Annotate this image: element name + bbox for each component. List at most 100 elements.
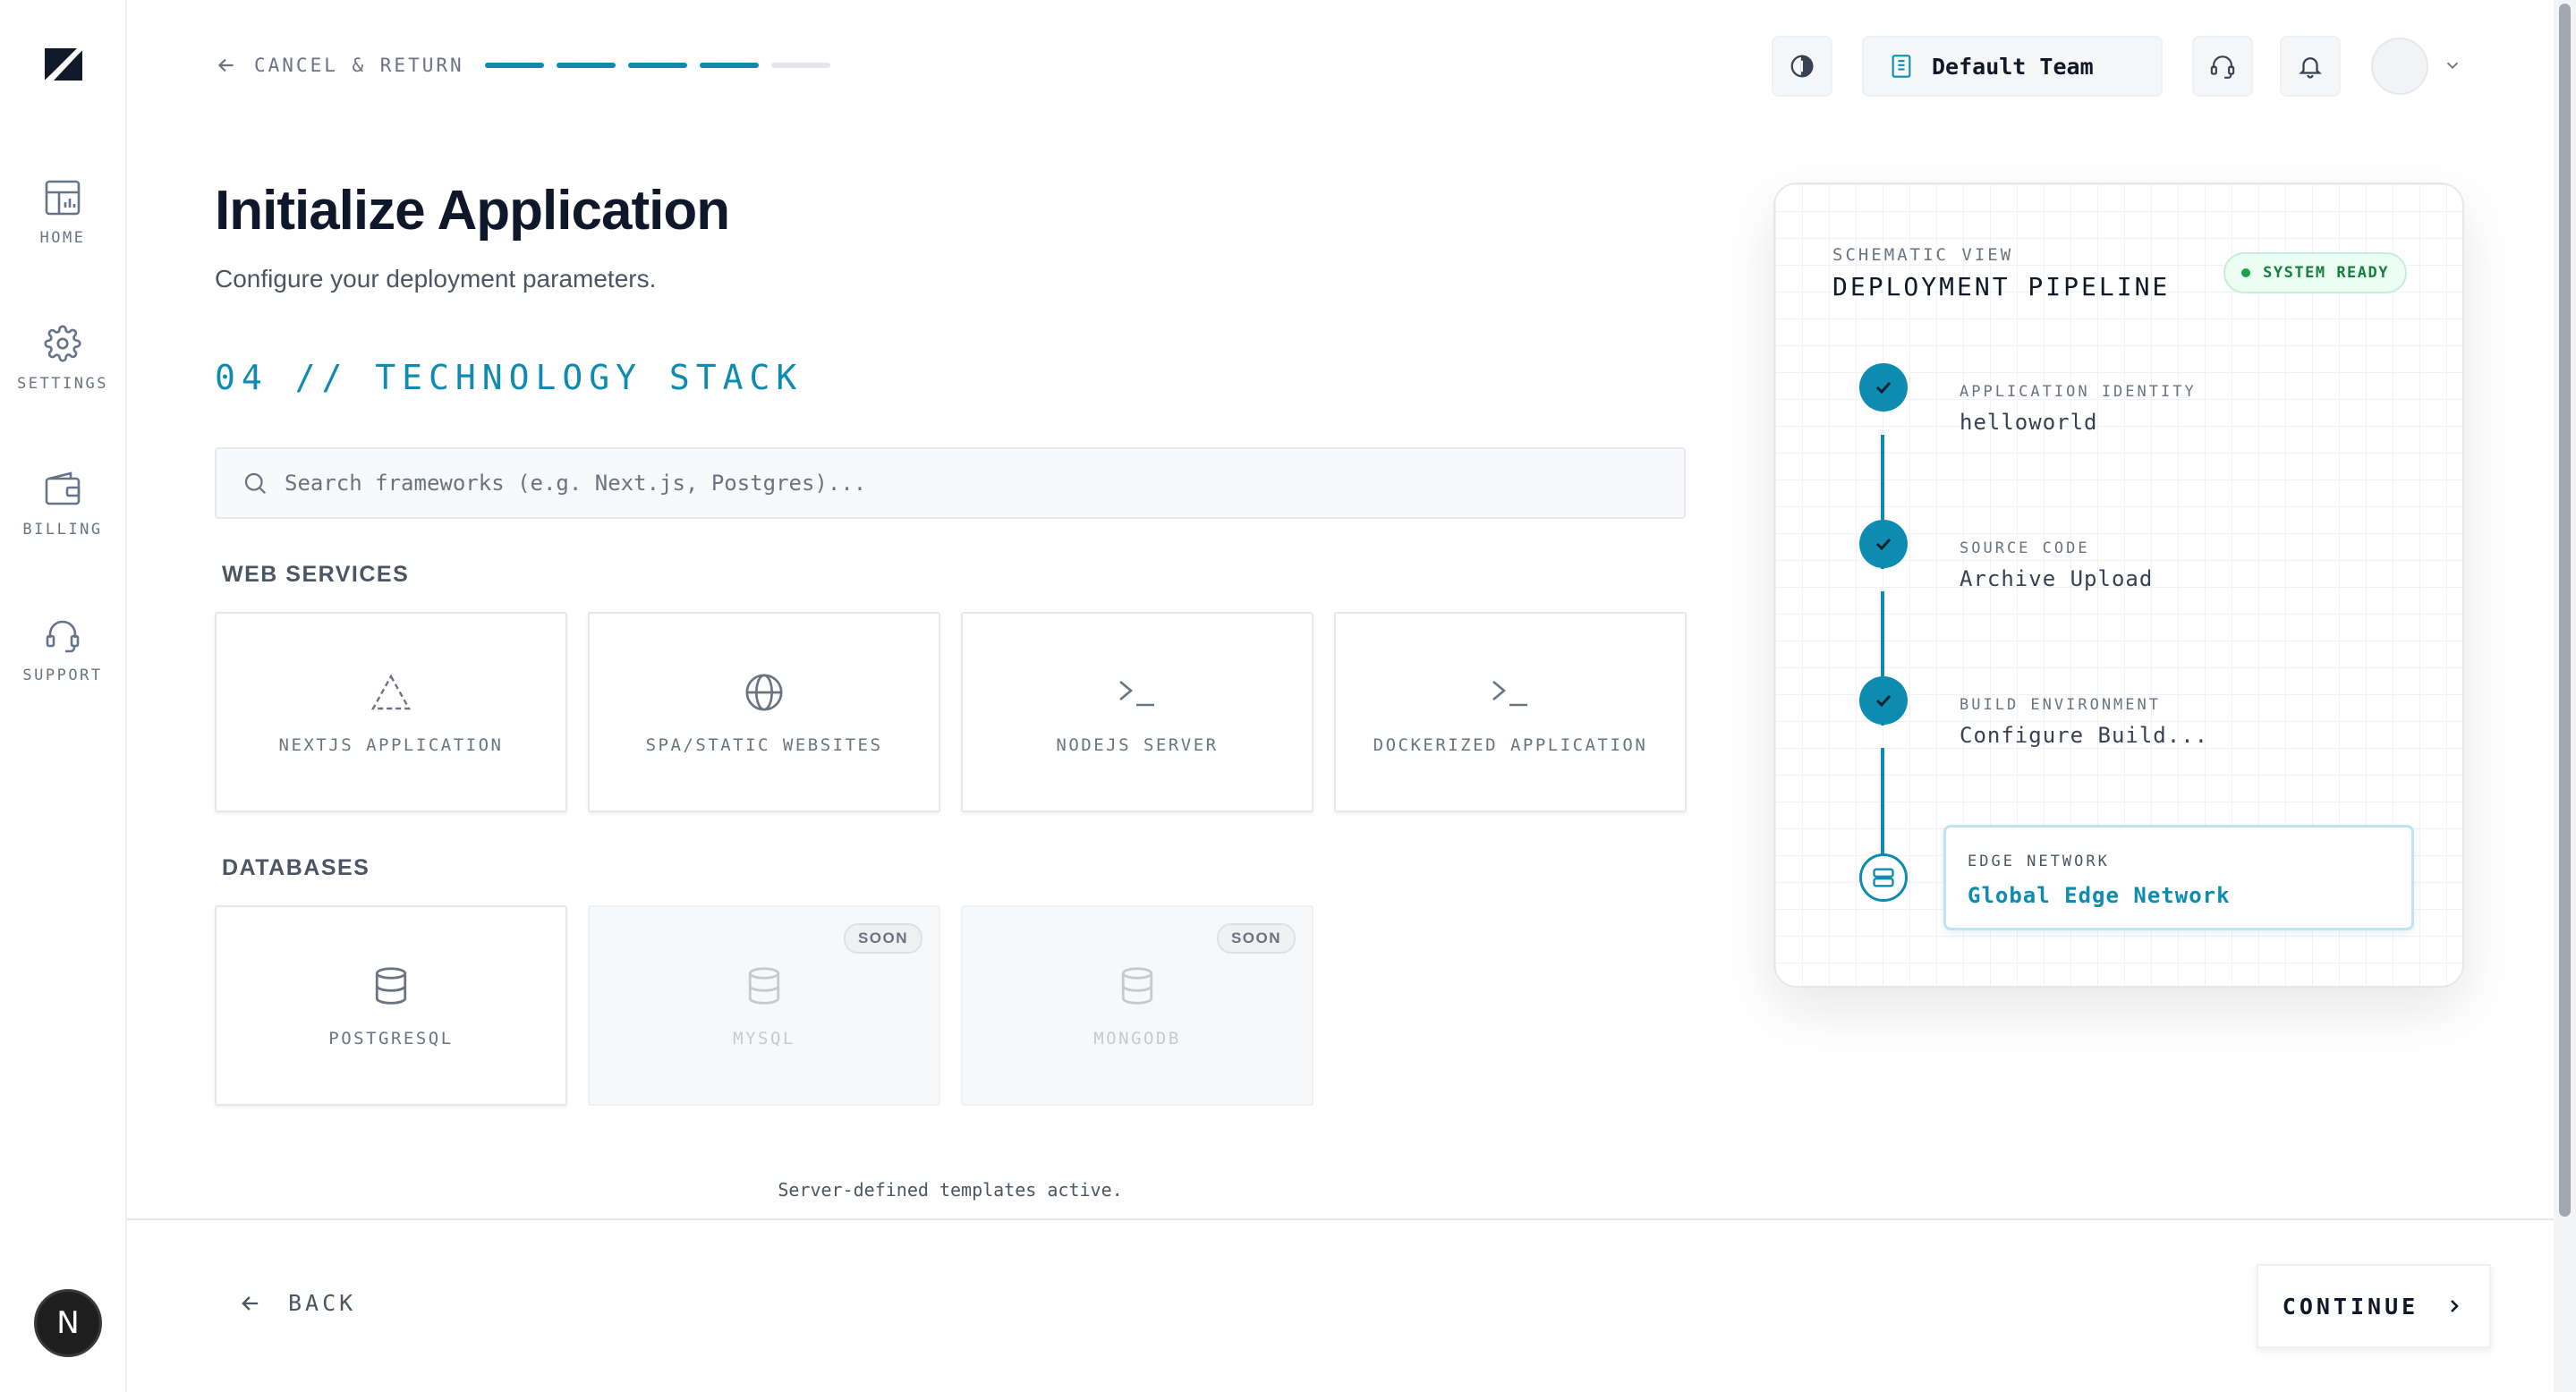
stack-card-postgresql[interactable]: POSTGRESQL: [215, 905, 567, 1106]
status-text: SYSTEM READY: [2263, 264, 2389, 282]
card-label: NODEJS SERVER: [1056, 735, 1219, 755]
step-value: Global Edge Network: [1968, 883, 2231, 908]
server-icon: [1873, 868, 1894, 887]
app-avatar[interactable]: N: [34, 1289, 102, 1357]
wallet-icon: [45, 471, 81, 505]
status-badge: SYSTEM READY: [2223, 252, 2407, 293]
terminal-icon: [1119, 681, 1154, 707]
building-icon: [1892, 55, 1911, 78]
globe-icon: [745, 674, 783, 711]
gear-icon: [44, 325, 81, 362]
stack-card-nodejs[interactable]: NODEJS SERVER: [961, 612, 1314, 812]
arrow-left-icon: [217, 58, 234, 72]
card-label: MONGODB: [1093, 1029, 1181, 1048]
sidebar-item-label: SETTINGS: [17, 375, 108, 393]
wizard-progress: [485, 63, 830, 68]
user-avatar[interactable]: [2371, 38, 2428, 95]
sidebar: HOME SETTINGS BILLING SUPPORT N: [0, 0, 127, 1392]
progress-step: [557, 63, 616, 68]
page-title: Initialize Application: [215, 180, 730, 242]
soon-badge: SOON: [843, 923, 922, 954]
card-label: POSTGRESQL: [328, 1029, 454, 1048]
step-value: Archive Upload: [1960, 566, 2154, 591]
templates-footnote: Server-defined templates active.: [778, 1179, 1123, 1201]
sidebar-item-label: BILLING: [22, 521, 103, 539]
search-icon: [244, 472, 267, 495]
step-label: BUILD ENVIRONMENT: [1960, 696, 2161, 714]
database-icon: [748, 967, 780, 1005]
stack-card-docker[interactable]: DOCKERIZED APPLICATION: [1334, 612, 1687, 812]
card-label: NEXTJS APPLICATION: [278, 735, 504, 755]
progress-step: [628, 63, 687, 68]
pipeline-panel: SCHEMATIC VIEW DEPLOYMENT PIPELINE SYSTE…: [1773, 182, 2464, 988]
sidebar-item-support[interactable]: SUPPORT: [0, 616, 125, 684]
terminal-icon: [1492, 681, 1527, 707]
headset-icon: [2210, 55, 2235, 79]
web-services-heading: WEB SERVICES: [222, 562, 410, 587]
step-value: helloworld: [1960, 410, 2098, 435]
theme-toggle-button[interactable]: [1772, 36, 1832, 97]
progress-step: [700, 63, 759, 68]
sidebar-item-label: SUPPORT: [22, 666, 103, 684]
chevron-right-icon: [2451, 1300, 2460, 1312]
bell-icon: [2299, 57, 2322, 79]
database-icon: [1121, 967, 1153, 1005]
step-value: Configure Build...: [1960, 723, 2209, 748]
card-label: SPA/STATIC WEBSITES: [645, 735, 883, 755]
notifications-button[interactable]: [2280, 36, 2341, 97]
dashboard-icon: [45, 180, 81, 216]
stack-card-nextjs[interactable]: NEXTJS APPLICATION: [215, 612, 567, 812]
chevron-down-icon[interactable]: [2443, 55, 2462, 75]
panel-title: DEPLOYMENT PIPELINE: [1832, 272, 2171, 301]
framework-search[interactable]: [215, 447, 1686, 519]
brand-logo[interactable]: [41, 45, 86, 84]
continue-button[interactable]: CONTINUE: [2257, 1264, 2491, 1348]
step-label: EDGE NETWORK: [1968, 853, 2110, 870]
stack-card-mysql: SOON MYSQL: [588, 905, 940, 1106]
soon-badge: SOON: [1216, 923, 1296, 954]
theme-icon: [1790, 55, 1814, 78]
check-icon: [1875, 538, 1892, 551]
pipeline-connector: [1881, 748, 1884, 855]
page-subtitle: Configure your deployment parameters.: [215, 265, 657, 293]
database-icon: [375, 967, 407, 1005]
cancel-label: CANCEL & RETURN: [254, 55, 464, 76]
triangle-icon: [370, 674, 412, 710]
progress-step: [485, 63, 544, 68]
card-label: MYSQL: [733, 1029, 795, 1048]
check-icon: [1875, 694, 1892, 708]
sidebar-item-settings[interactable]: SETTINGS: [0, 325, 125, 393]
team-switcher[interactable]: Default Team: [1862, 36, 2163, 97]
sidebar-item-label: HOME: [39, 229, 86, 247]
arrow-left-icon: [242, 1295, 259, 1311]
cancel-return-link[interactable]: CANCEL & RETURN: [215, 54, 464, 77]
sidebar-item-billing[interactable]: BILLING: [0, 471, 125, 539]
support-button[interactable]: [2192, 36, 2253, 97]
step-complete-indicator: [1859, 363, 1908, 412]
status-dot: [2241, 268, 2251, 277]
panel-subtitle: SCHEMATIC VIEW: [1832, 245, 2014, 265]
team-name: Default Team: [1932, 53, 2094, 80]
databases-heading: DATABASES: [222, 855, 370, 880]
back-label: BACK: [288, 1290, 357, 1316]
progress-step: [771, 63, 830, 68]
stack-card-spa-static[interactable]: SPA/STATIC WEBSITES: [588, 612, 940, 812]
step-complete-indicator: [1859, 676, 1908, 725]
headset-icon: [46, 620, 80, 653]
scrollbar[interactable]: [2554, 0, 2576, 1392]
stack-card-mongodb: SOON MONGODB: [961, 905, 1314, 1106]
search-input[interactable]: [285, 471, 1627, 496]
card-label: DOCKERIZED APPLICATION: [1373, 735, 1648, 755]
wizard-footer: [127, 1218, 2554, 1392]
step-complete-indicator: [1859, 520, 1908, 568]
step-current-indicator: [1859, 853, 1908, 902]
check-icon: [1875, 381, 1892, 395]
back-button[interactable]: BACK: [238, 1290, 356, 1316]
sidebar-item-home[interactable]: HOME: [0, 179, 125, 247]
step-label: SOURCE CODE: [1960, 539, 2090, 557]
continue-label: CONTINUE: [2282, 1293, 2419, 1320]
section-heading: 04 // TECHNOLOGY STACK: [215, 358, 803, 397]
step-label: APPLICATION IDENTITY: [1960, 383, 2197, 401]
scrollbar-thumb[interactable]: [2559, 4, 2571, 1217]
current-step-card: EDGE NETWORK Global Edge Network: [1943, 825, 2414, 930]
